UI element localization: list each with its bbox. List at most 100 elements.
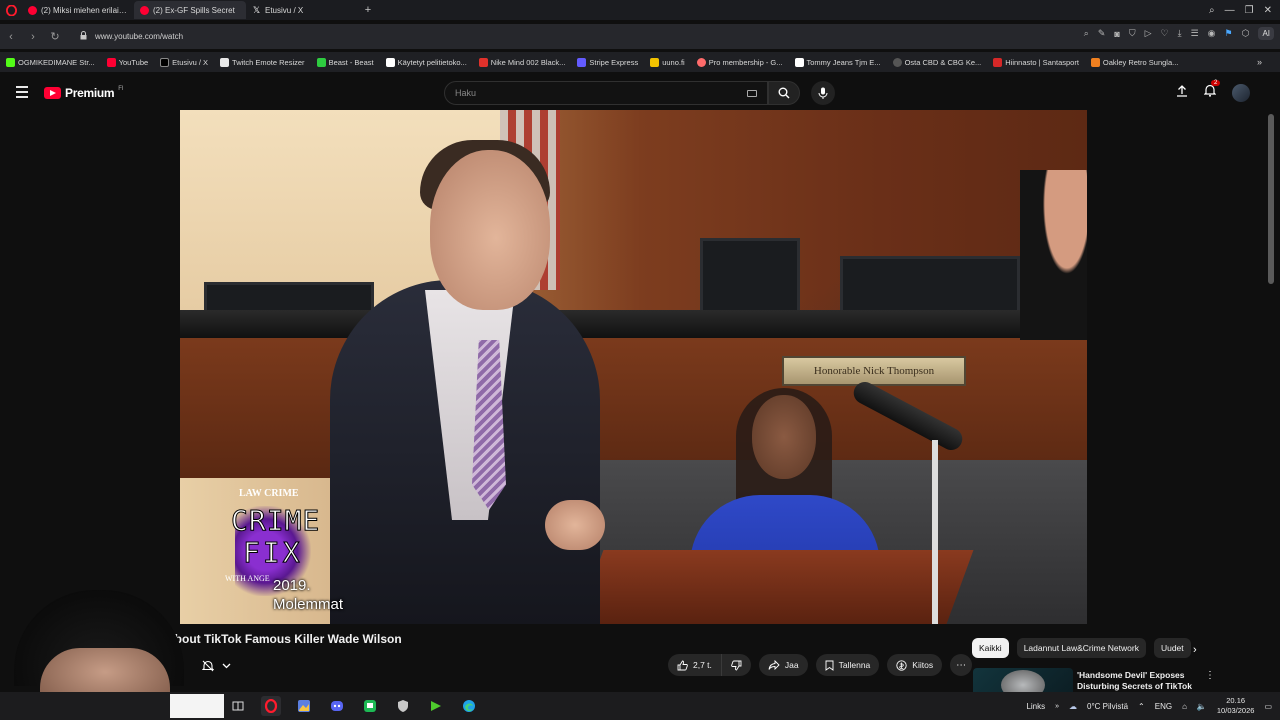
- lens-icon[interactable]: ⌕: [1084, 28, 1089, 39]
- tab-etusivu-x[interactable]: 𝕏 Etusivu / X: [246, 1, 358, 19]
- bookmark-item[interactable]: Stripe Express: [577, 57, 638, 67]
- chevron-double-right-icon[interactable]: »: [1055, 703, 1059, 710]
- forward-button[interactable]: ›: [22, 31, 44, 43]
- shield-icon[interactable]: ⛉: [1129, 28, 1136, 39]
- weather-label[interactable]: 0°C Pilvistä: [1087, 702, 1128, 711]
- opera-logo-icon[interactable]: [0, 0, 22, 20]
- opera-taskbar-icon[interactable]: [261, 696, 281, 716]
- discord-icon[interactable]: [327, 696, 347, 716]
- edit-icon[interactable]: ✎: [1098, 28, 1106, 39]
- photos-app-icon[interactable]: [294, 696, 314, 716]
- taskbar-icons: [228, 696, 479, 716]
- page-scrollbar[interactable]: [1268, 110, 1276, 690]
- super-thanks-icon: [896, 659, 907, 671]
- bookmark-item[interactable]: Twitch Emote Resizer: [220, 57, 305, 67]
- notifications-button[interactable]: 2: [1203, 80, 1221, 102]
- bookmark-item[interactable]: YouTube: [106, 57, 148, 67]
- scrollbar-thumb[interactable]: [1268, 114, 1274, 284]
- thumbnail-image: [1001, 670, 1045, 692]
- webcam-overlay: [0, 582, 196, 692]
- chevron-up-icon[interactable]: ⌃: [1138, 702, 1145, 711]
- bookmark-item[interactable]: Tommy Jeans Tjm E...: [794, 57, 881, 67]
- guide-menu-icon[interactable]: [16, 86, 28, 101]
- menu-icon[interactable]: ☰: [1191, 28, 1199, 39]
- bookmark-item[interactable]: Hiinnasto | Santasport: [993, 57, 1079, 67]
- youtube-favicon-icon: [140, 5, 149, 15]
- more-vertical-icon[interactable]: ⋮: [1205, 670, 1215, 681]
- task-view-icon[interactable]: [228, 696, 248, 716]
- reload-button[interactable]: ↻: [44, 30, 66, 43]
- upload-button[interactable]: [1176, 84, 1188, 102]
- search-input[interactable]: Haku: [444, 81, 768, 105]
- bookmark-item[interactable]: Käytetyt pelitietoko...: [385, 57, 467, 67]
- chip-new[interactable]: Uudet: [1153, 638, 1191, 658]
- taskbar-search-box[interactable]: [170, 694, 224, 718]
- links-toolbar[interactable]: Links: [1026, 702, 1045, 711]
- streaming-app-icon[interactable]: [426, 696, 446, 716]
- weather-cloud-icon[interactable]: ☁: [1069, 702, 1077, 711]
- clock[interactable]: 20.16 10/03/2026: [1217, 696, 1255, 716]
- edge-browser-icon[interactable]: [459, 696, 479, 716]
- profile-icon[interactable]: ◉: [1208, 28, 1216, 39]
- youtube-premium-logo[interactable]: Premium FI: [44, 86, 124, 100]
- bookmark-item[interactable]: Nike Mind 002 Black...: [478, 57, 565, 67]
- lock-icon: [80, 31, 87, 42]
- chevron-right-icon[interactable]: ›: [1193, 644, 1197, 656]
- chip-uploader[interactable]: Ladannut Law&Crime Network: [1016, 638, 1146, 658]
- tab-miksi[interactable]: (2) Miksi miehen erilaisuu: [22, 1, 134, 19]
- video-title: About TikTok Famous Killer Wade Wilson: [166, 632, 402, 646]
- download-icon[interactable]: ⤓: [1178, 28, 1182, 39]
- address-tools: ⌕ ✎ ◙ ⛉ ▷ ♡ ⤓ ☰ ◉ ⚑ ⬡ AI: [1084, 27, 1274, 40]
- search-tabs-icon[interactable]: ⌕: [1209, 5, 1215, 16]
- thanks-button[interactable]: Kiitos: [887, 654, 943, 676]
- back-button[interactable]: ‹: [0, 31, 22, 43]
- bookmark-item[interactable]: Oakley Retro Sungla...: [1090, 57, 1178, 67]
- video-thumbnail[interactable]: [973, 668, 1073, 692]
- more-actions-button[interactable]: ⋯: [950, 654, 973, 676]
- video-actions: 2,7 t. Jaa Tallenna Kiitos ⋯: [668, 654, 973, 676]
- voice-search-button[interactable]: [811, 81, 835, 105]
- maximize-button[interactable]: ❐: [1245, 5, 1254, 16]
- like-button[interactable]: 2,7 t.: [668, 654, 722, 676]
- system-tray: Links » ☁ 0°C Pilvistä ⌃ ENG ⌂ 🔈 20.16 1…: [1026, 694, 1272, 718]
- volume-icon[interactable]: 🔈: [1197, 702, 1207, 711]
- play-icon[interactable]: ▷: [1145, 28, 1152, 39]
- share-button[interactable]: Jaa: [758, 654, 808, 676]
- chip-all[interactable]: Kaikki: [972, 638, 1009, 658]
- bookmark-item[interactable]: Beast - Beast: [316, 57, 374, 67]
- keyboard-icon[interactable]: [747, 90, 757, 97]
- bookmark-label: Twitch Emote Resizer: [232, 57, 305, 67]
- tab-ex-gf[interactable]: (2) Ex-GF Spills Secret: [134, 1, 246, 19]
- dislike-button[interactable]: [721, 654, 751, 676]
- extensions-icon[interactable]: ⬡: [1242, 28, 1250, 39]
- recommended-title[interactable]: 'Handsome Devil' Exposes Disturbing Secr…: [1077, 670, 1197, 692]
- search-button[interactable]: [768, 81, 800, 105]
- vpn-shield-icon[interactable]: [393, 696, 413, 716]
- bookmark-item[interactable]: OGMIKEDIMANE Str...: [6, 57, 95, 67]
- bookmarks-overflow-icon[interactable]: »: [1257, 57, 1262, 67]
- bookmarks-bar: OGMIKEDIMANE Str... YouTube Etusivu / X …: [0, 52, 1280, 72]
- heart-icon[interactable]: ♡: [1161, 28, 1169, 39]
- video-caption: 2019. Molemmat: [273, 576, 343, 614]
- avatar[interactable]: [1232, 84, 1250, 102]
- minimize-button[interactable]: —: [1225, 5, 1235, 16]
- bookmark-item[interactable]: Pro membership - G...: [696, 57, 783, 67]
- bookmark-item[interactable]: Etusivu / X: [160, 57, 208, 67]
- bookmark-item[interactable]: Osta CBD & CBG Ke...: [892, 57, 981, 67]
- translate-icon[interactable]: ⚑: [1225, 28, 1233, 39]
- bookmark-item[interactable]: uuno.fi: [650, 57, 685, 67]
- camera-icon[interactable]: ◙: [1114, 29, 1119, 39]
- browser-tab-strip: (2) Miksi miehen erilaisuu (2) Ex-GF Spi…: [0, 0, 1280, 20]
- close-button[interactable]: ✕: [1264, 5, 1272, 16]
- language-indicator[interactable]: ENG: [1155, 702, 1172, 711]
- notification-bell-dropdown[interactable]: [196, 655, 240, 677]
- new-tab-button[interactable]: +: [358, 4, 378, 16]
- url-field[interactable]: www.youtube.com/watch: [80, 31, 183, 42]
- notification-center-icon[interactable]: ▭: [1264, 702, 1272, 711]
- chat-app-icon[interactable]: [360, 696, 380, 716]
- ai-button[interactable]: AI: [1258, 27, 1274, 40]
- video-player[interactable]: Honorable Nick Thompson LAW CRIME CRIME …: [180, 110, 1087, 624]
- save-button[interactable]: Tallenna: [815, 654, 880, 676]
- recommended-video[interactable]: 'Handsome Devil' Exposes Disturbing Secr…: [973, 668, 1263, 692]
- network-icon[interactable]: ⌂: [1182, 702, 1187, 711]
